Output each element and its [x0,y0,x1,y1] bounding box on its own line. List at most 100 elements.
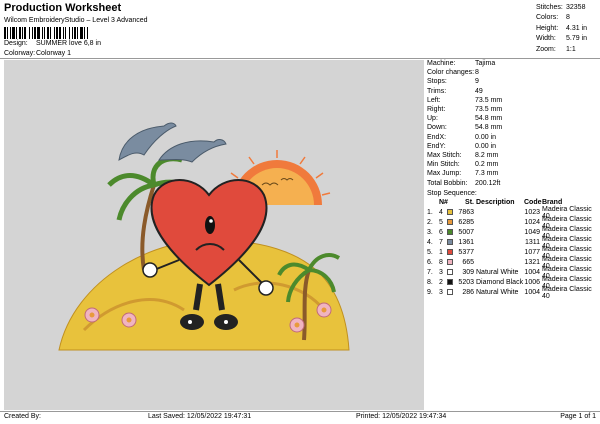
stat-key: Zoom: [536,45,556,53]
row-stitches: 5377 [458,249,474,257]
info-value: 54.8 mm [475,115,503,123]
info-row: Left: 73.5 mm [427,96,599,105]
info-value: 8 [475,69,479,77]
sequence-label-row: Stop Sequence: [427,189,599,198]
row-index: 2. [427,219,433,227]
row-index: 6. [427,259,433,267]
row-swatch [447,278,455,287]
info-row: Trims: 49 [427,87,599,96]
row-brand: Madeira Classic 40 [542,285,592,300]
row-index: 4. [427,239,433,247]
row-needle: 3 [439,289,443,297]
barcode-bar [88,27,90,39]
row-swatch [447,218,455,227]
footer: Created By: Last Saved: 12/05/2022 19:47… [0,412,600,424]
stat-key: Height: [536,24,559,32]
row-description: Diamond Black [476,279,524,287]
flower-icon [316,302,332,318]
dolphin-icon [158,139,227,163]
colorway-value: Colorway 1 [36,50,72,57]
row-swatch [447,288,455,297]
info-key: Stops: [427,78,447,86]
row-index: 7. [427,269,433,277]
row-code: 1023 [524,209,540,217]
row-stitches: 5203 [458,279,474,287]
header-code: Code [524,199,542,207]
info-row: EndX: 0.00 in [427,133,599,142]
design-preview [4,60,424,410]
info-key: Max Stitch: [427,151,462,159]
stat-value: 8 [566,14,570,22]
design-row: Design: SUMMER love 6,8 in [4,40,101,47]
header-desc: Description [476,199,515,207]
row-needle: 7 [439,239,443,247]
color-swatch [447,249,453,256]
info-value: 9 [475,78,479,86]
color-swatch [447,209,453,216]
info-key: Up: [427,115,438,123]
info-key: EndY: [427,142,446,150]
stats-panel: Stitches: 32358 Colors: 8 Height: 4.31 in W… [536,2,598,55]
row-index: 5. [427,249,433,257]
info-row: Total Bobbin: 200.12ft [427,178,599,187]
color-swatch [447,259,453,266]
info-value: 7.3 mm [475,170,499,178]
row-description: Natural White [476,289,519,297]
footer-printed: Printed: 12/05/2022 19:47:34 [356,413,447,420]
row-code: 1004 [524,269,540,277]
header-n: N# [439,199,448,207]
stat-value: 4.31 in [566,24,588,32]
info-key: Color changes: [427,69,475,77]
stat-row: Width: 5.79 in [536,34,598,45]
stat-value: 5.79 in [566,35,588,43]
row-needle: 6 [439,229,443,237]
row-stitches: 309 [462,269,474,277]
row-code: 1321 [524,259,540,267]
row-stitches: 1361 [458,239,474,247]
stat-row: Stitches: 32358 [536,2,598,13]
info-key: Down: [427,124,447,132]
stat-row: Colors: 8 [536,13,598,24]
sequence-label: Stop Sequence: [427,189,477,197]
info-value: 0.2 mm [475,161,499,169]
worksheet-title: Production Worksheet [4,2,122,14]
info-value: Tajima [475,60,496,68]
info-row: Down: 54.8 mm [427,123,599,132]
row-swatch [447,228,455,237]
flower-icon [121,312,137,328]
info-key: Trims: [427,87,447,95]
row-swatch [447,208,455,217]
software-name: Wilcom EmbroideryStudio – Level 3 Advanc… [4,17,148,24]
info-row: Stops: 9 [427,77,599,86]
info-key: Left: [427,96,441,104]
row-code: 1024 [524,219,540,227]
stat-key: Width: [536,35,556,43]
stat-row: Height: 4.31 in [536,23,598,34]
row-stitches: 286 [462,289,474,297]
info-value: 200.12ft [475,179,501,187]
info-row: Color changes: 8 [427,68,599,77]
colorway-row: Colorway: Colorway 1 [4,50,71,57]
row-stitches: 6285 [458,219,474,227]
design-value: SUMMER love 6,8 in [36,40,101,47]
row-code: 1077 [524,249,540,257]
info-value: 54.8 mm [475,124,503,132]
info-value: 0.00 in [475,133,497,141]
info-value: 0.00 in [475,142,497,150]
info-row: EndY: 0.00 in [427,142,599,151]
row-needle: 5 [439,219,443,227]
machine-info-panel: Machine: Tajima Color changes: 8 Stops: 9 T… [427,59,599,300]
sequence-rows: 1. 4 7863 1023 Madeira Classic 40 2. 5 6285 1024… [427,206,599,300]
barcode [4,27,144,39]
colorway-label: Colorway: [4,50,36,57]
row-needle: 4 [439,209,443,217]
stat-key: Stitches: [536,3,563,11]
header-st: St. [465,199,474,207]
color-swatch [447,219,453,226]
row-code: 1311 [524,239,540,247]
color-swatch [447,239,453,246]
row-code: 1049 [524,229,540,237]
row-needle: 1 [439,249,443,257]
row-stitches: 7863 [458,209,474,217]
footer-saved: Last Saved: 12/05/2022 19:47:31 [148,413,252,420]
